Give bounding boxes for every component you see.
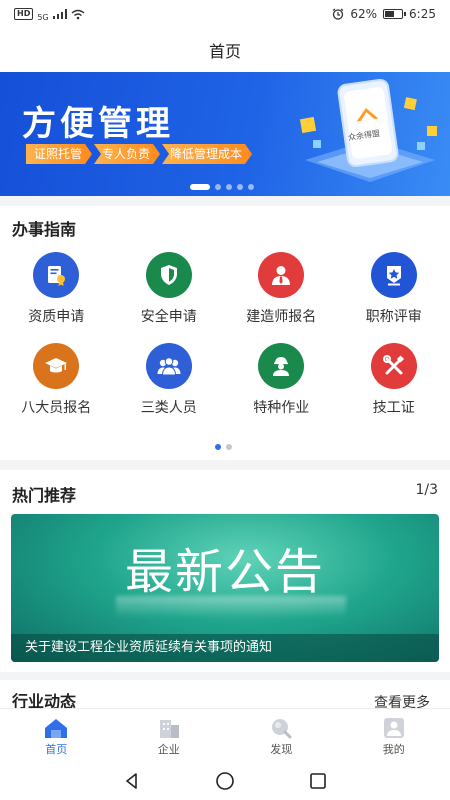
worker-icon	[258, 343, 305, 389]
tab-label: 首页	[45, 743, 68, 756]
service-three-types[interactable]: 三类人员	[113, 343, 226, 418]
battery-icon	[383, 9, 407, 19]
status-left: HD 5G	[14, 7, 85, 22]
banner-dot[interactable]	[237, 184, 243, 190]
hot-card-caption: 关于建设工程企业资质延续有关事项的通知	[11, 634, 439, 662]
signal-icon	[52, 9, 67, 19]
certificate-icon	[33, 252, 80, 298]
services-section: 办事指南 资质申请 安全申请 建造师报名 职称评审 八大员报名 三类人员 特种作…	[0, 206, 450, 460]
service-label: 资质申请	[28, 309, 85, 325]
clock-time: 6:25	[409, 7, 436, 21]
graduation-cap-icon	[33, 343, 80, 389]
banner-dot[interactable]	[226, 184, 232, 190]
service-label: 建造师报名	[246, 309, 317, 325]
services-title: 办事指南	[12, 220, 77, 239]
hot-card-title: 最新公告	[124, 544, 325, 600]
tab-enterprise[interactable]: 企业	[113, 709, 226, 762]
hot-pager: 1/3	[415, 482, 438, 498]
tab-discover[interactable]: 发现	[225, 709, 338, 762]
services-dot[interactable]	[226, 444, 232, 450]
banner-tag: 证照托管	[26, 144, 92, 164]
hot-section: 热门推荐 1/3 最新公告 关于建设工程企业资质延续有关事项的通知	[0, 470, 450, 672]
banner-dot[interactable]	[190, 184, 210, 190]
hot-title: 热门推荐	[12, 486, 77, 505]
person-tie-icon	[258, 252, 305, 298]
hot-card-reflection	[116, 596, 346, 618]
battery-fill	[385, 11, 395, 17]
tab-home[interactable]: 首页	[0, 709, 113, 762]
alarm-icon	[333, 8, 344, 20]
service-constructor[interactable]: 建造师报名	[225, 252, 338, 327]
bottom-tabbar: 首页 企业 发现 我的	[0, 708, 450, 762]
recents-icon[interactable]	[309, 772, 327, 790]
service-label: 特种作业	[253, 400, 310, 416]
banner-tag: 专人负责	[94, 144, 160, 164]
profile-icon	[383, 718, 404, 738]
page-title: 首页	[208, 42, 241, 61]
page-header: 首页	[0, 28, 450, 72]
hd-badge: HD	[14, 8, 34, 20]
tab-profile[interactable]: 我的	[338, 709, 450, 762]
battery-percent: 62%	[350, 7, 378, 21]
status-right: 62% 6:25	[332, 7, 436, 21]
tab-label: 发现	[270, 743, 293, 756]
banner-tag: 降低管理成本	[162, 144, 252, 164]
service-title-review[interactable]: 职称评审	[338, 252, 450, 327]
service-label: 技工证	[372, 400, 415, 416]
shield-icon	[145, 252, 192, 298]
back-icon[interactable]	[123, 772, 141, 790]
services-grid: 资质申请 安全申请 建造师报名 职称评审 八大员报名 三类人员 特种作业 技工证	[0, 252, 450, 418]
banner-title: 方便管理	[22, 104, 174, 144]
star-badge-icon	[370, 252, 417, 298]
service-safety[interactable]: 安全申请	[113, 252, 226, 327]
banner-pagination	[190, 184, 254, 190]
building-icon	[159, 720, 179, 738]
services-pagination	[215, 444, 232, 450]
services-dot[interactable]	[215, 444, 221, 450]
network-type: 5G	[37, 12, 49, 22]
banner-tags: 证照托管 专人负责 降低管理成本	[26, 144, 254, 164]
home-nav-icon[interactable]	[215, 771, 235, 791]
service-qualification[interactable]: 资质申请	[0, 252, 113, 327]
discover-icon	[272, 719, 292, 739]
tab-label: 我的	[382, 743, 405, 756]
home-icon	[45, 719, 68, 738]
status-bar: HD 5G 62% 6:25	[0, 0, 450, 28]
service-skilled-worker[interactable]: 技工证	[338, 343, 450, 418]
promo-banner[interactable]: 方便管理 证照托管 专人负责 降低管理成本 众余得盟	[0, 72, 450, 196]
tools-icon	[370, 343, 417, 389]
group-icon	[145, 343, 192, 389]
service-eight-staff[interactable]: 八大员报名	[0, 343, 113, 418]
service-label: 八大员报名	[21, 400, 92, 416]
service-label: 三类人员	[140, 400, 197, 416]
banner-dot[interactable]	[215, 184, 221, 190]
system-nav-bar	[0, 762, 450, 800]
banner-dot[interactable]	[248, 184, 254, 190]
service-label: 职称评审	[365, 309, 422, 325]
hot-card[interactable]: 最新公告 关于建设工程企业资质延续有关事项的通知	[11, 514, 439, 662]
service-special-work[interactable]: 特种作业	[225, 343, 338, 418]
service-label: 安全申请	[140, 309, 197, 325]
tab-label: 企业	[157, 743, 180, 756]
wifi-icon	[71, 9, 85, 19]
